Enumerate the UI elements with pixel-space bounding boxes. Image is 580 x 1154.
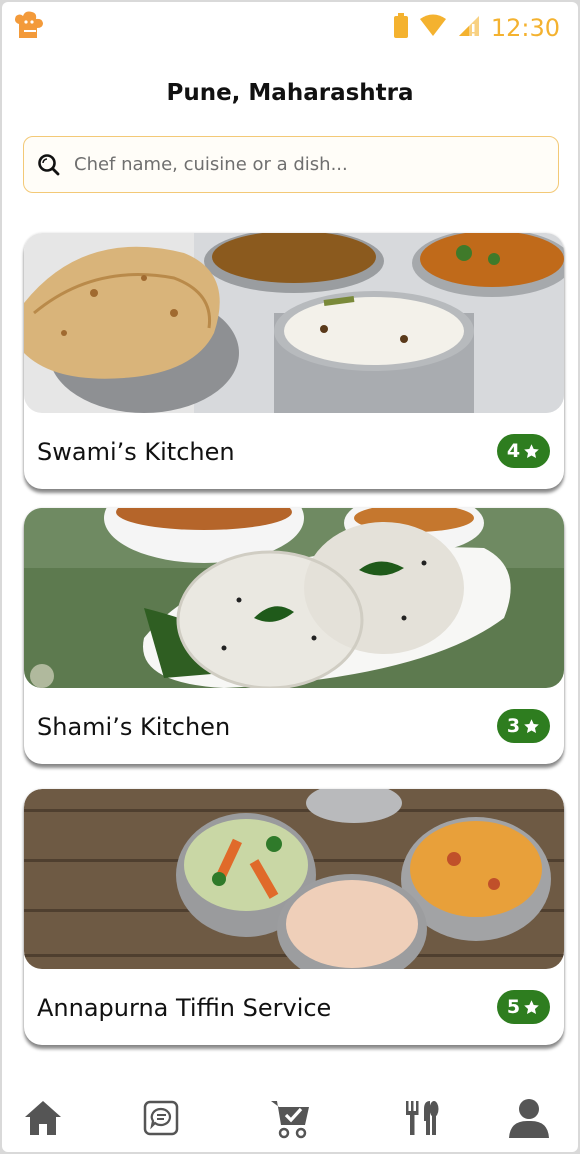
- chapati-rice-tiffin-photo: [24, 233, 564, 413]
- status-icons: 12:30: [393, 12, 560, 44]
- cart-check-icon[interactable]: [268, 1096, 312, 1140]
- cellular-signal-icon: [457, 14, 481, 42]
- tiffin-boxes-photo: [24, 789, 564, 969]
- rating-badge: 5: [497, 990, 550, 1024]
- search-icon: [36, 152, 62, 178]
- bottom-navigation: [2, 1082, 578, 1152]
- star-icon: [524, 443, 539, 458]
- star-icon: [524, 999, 539, 1014]
- idli-sambar-photo: [24, 508, 564, 688]
- rating-value: 5: [506, 996, 521, 1018]
- kitchen-card[interactable]: Annapurna Tiffin Service 5: [24, 789, 564, 1045]
- chat-icon[interactable]: [139, 1096, 183, 1140]
- kitchen-name: Swami’s Kitchen: [37, 438, 235, 466]
- location-title[interactable]: Pune, Maharashtra: [2, 80, 578, 106]
- kitchen-card[interactable]: Shami’s Kitchen 3: [24, 508, 564, 764]
- wifi-icon: [419, 14, 447, 42]
- profile-icon[interactable]: [507, 1096, 551, 1140]
- app-screen: 12:30 Pune, Maharashtra Chef name, cuisi…: [2, 2, 578, 1152]
- search-input[interactable]: [74, 144, 534, 185]
- rating-badge: 3: [497, 709, 550, 743]
- battery-icon: [393, 13, 409, 43]
- restaurant-icon[interactable]: [398, 1096, 442, 1140]
- home-icon[interactable]: [21, 1096, 65, 1140]
- kitchen-card[interactable]: Swami’s Kitchen 4: [24, 233, 564, 489]
- status-time: 12:30: [490, 14, 560, 42]
- status-bar: 12:30: [2, 2, 578, 54]
- rating-value: 4: [506, 440, 521, 462]
- rating-badge: 4: [497, 434, 550, 468]
- search-bar[interactable]: [23, 136, 559, 193]
- kitchen-name: Annapurna Tiffin Service: [37, 994, 332, 1022]
- rating-value: 3: [506, 715, 521, 737]
- star-icon: [524, 718, 539, 733]
- app-logo-icon: [12, 10, 46, 40]
- kitchen-name: Shami’s Kitchen: [37, 713, 231, 741]
